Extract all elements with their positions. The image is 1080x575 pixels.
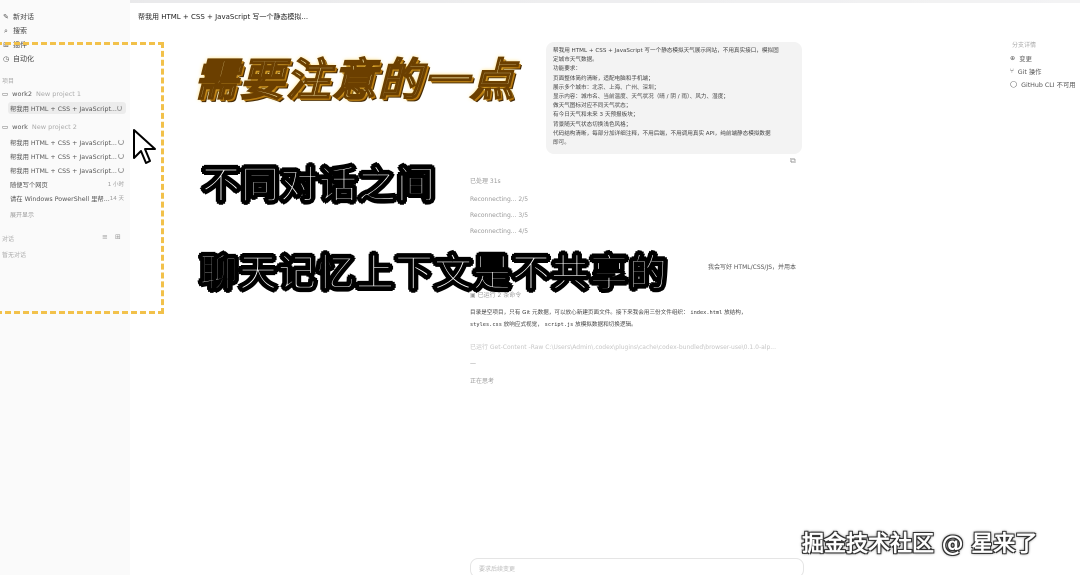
right-panel-label: 变更 (1019, 56, 1032, 63)
thinking-status: 正在思考 (470, 378, 495, 385)
ran-command-line[interactable]: 已运行 Get-Content -Raw C:\Users\Admin\.cod… (470, 342, 800, 351)
window-top-strip (0, 0, 1080, 3)
message-line: 功能要求： (553, 66, 581, 73)
watermark-text: 掘金技术社区 @ 星来了 (802, 532, 1038, 557)
separator: — (470, 360, 476, 367)
code-index-html: index.html (690, 310, 723, 316)
right-panel-label: GitHub CLI 不可用 (1021, 82, 1076, 89)
caption-line-1: 不同对话之间 (201, 163, 437, 208)
mouse-cursor-icon (133, 129, 156, 164)
message-line: 定城市天气数据。 (553, 57, 598, 64)
reconnecting-status: Reconnecting... 3/5 (470, 212, 529, 219)
caption-highlight: 需要注意的一点 (193, 54, 516, 107)
reply-text: 放响应式视觉， (503, 322, 543, 328)
partial-reply: 我会写好 HTML/CSS/JS，并用本 (708, 264, 797, 271)
reconnecting-status: Reconnecting... 4/5 (470, 228, 529, 235)
sidebar-item-label: 新对话 (13, 13, 34, 21)
right-panel-github-cli[interactable]: ◯ GitHub CLI 不可用 (1010, 80, 1076, 89)
search-icon: ⌕ (4, 26, 8, 35)
right-panel-changes[interactable]: ⊕ 变更 (1010, 54, 1032, 63)
reconnecting-status: Reconnecting... 2/5 (470, 196, 529, 203)
right-panel-title: 分支详情 (1012, 42, 1037, 49)
right-panel-git[interactable]: ⑂ Git 操作 (1010, 67, 1041, 76)
elapsed-status: 已处理 31s (470, 178, 501, 185)
message-line: 做天气图标对应不同天气状态； (553, 103, 632, 110)
sidebar-item-new-chat[interactable]: ✎ 新对话 (2, 11, 34, 23)
highlight-dashed-box (0, 42, 164, 314)
message-line: 代码结构清晰，每部分加详细注释，不用后端，不用调用真实 API，纯前端静态模拟数… (553, 130, 771, 137)
sidebar-item-label: 搜索 (13, 27, 27, 35)
reply-text: 目录是空项目，只有 Git 元数据，可以放心新建页面文件。接下来我会用三份文件组… (470, 310, 689, 316)
right-panel-label: Git 操作 (1017, 69, 1042, 76)
github-icon: ◯ (1010, 81, 1018, 88)
reply-text: 放模拟数据和切换逻辑。 (575, 322, 637, 328)
message-line: 即可。 (553, 140, 570, 147)
copy-icon[interactable]: ⧉ (790, 156, 796, 166)
code-styles-css: styles.css (470, 322, 502, 328)
changes-icon: ⊕ (1010, 55, 1016, 62)
sidebar-item-search[interactable]: ⌕ 搜索 (2, 25, 27, 37)
message-line: 展示多个城市：北京、上海、广州、深圳； (553, 84, 660, 91)
message-line: 显示内容：城市名、当前温度、天气状况（晴 / 阴 / 雨）、风力、湿度； (553, 94, 729, 101)
code-script-js: script.js (544, 322, 574, 328)
git-branch-icon: ⑂ (1010, 68, 1014, 75)
user-message-bubble: 帮我用 HTML + CSS + JavaScript 写一个静态模拟天气展示网… (546, 42, 802, 154)
message-line: 页面整体简约清晰，适配电脑和手机端； (553, 75, 654, 82)
composer-input[interactable]: 要求后续变更 (470, 558, 804, 575)
message-line: 背景随天气状态切换浅色风格； (553, 121, 632, 128)
edit-icon: ✎ (3, 13, 9, 21)
reply-line: styles.css 放响应式视觉， script.js 放模拟数据和切换逻辑。 (470, 320, 637, 328)
message-line: 帮我用 HTML + CSS + JavaScript 写一个静态模拟天气展示网… (553, 48, 779, 54)
page-title: 帮我用 HTML + CSS + JavaScript 写一个静态模拟... (138, 13, 309, 21)
caption-line-2: 聊天记忆上下文是不共享的 (199, 251, 669, 296)
reply-text: 放结构， (724, 310, 747, 316)
message-line: 有今日天气和未来 3 天预报板块； (553, 112, 639, 119)
reply-line: 目录是空项目，只有 Git 元数据，可以放心新建页面文件。接下来我会用三份文件组… (470, 308, 746, 316)
